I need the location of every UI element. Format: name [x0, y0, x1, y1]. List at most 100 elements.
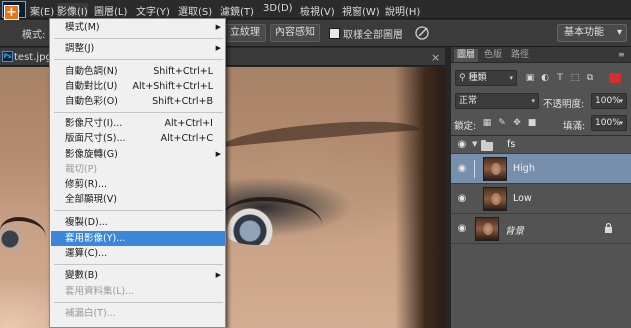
menu-item-mode[interactable]: 模式(M) ▶	[51, 20, 225, 35]
filter-shape-icon[interactable]: ⬚	[570, 73, 580, 83]
mode-label: 模式:	[22, 30, 46, 41]
menu-separator	[54, 210, 223, 211]
submenu-arrow-icon: ▶	[215, 150, 221, 158]
menu-item-auto-contrast[interactable]: 自動對比(U) Alt+Shift+Ctrl+L	[51, 79, 225, 94]
menu-select[interactable]: 選取(S)	[178, 3, 212, 18]
eye-icon[interactable]: ◉	[456, 163, 468, 175]
photo-eye-left	[0, 217, 46, 251]
menu-item-canvas-size[interactable]: 版面尺寸(S)... Alt+Ctrl+C	[51, 131, 225, 146]
layer-filter-row: ⚲ 種類 ▾ ▣ ◐ T ⬚ ⧉	[451, 68, 631, 88]
chevron-down-icon[interactable]: ▼	[472, 140, 477, 148]
photo-eye	[222, 197, 322, 245]
menu-view[interactable]: 檢視(V)	[300, 3, 335, 18]
layer-row-high[interactable]: ◉ High	[451, 154, 631, 184]
lock-transparent-icon[interactable]: ▦	[482, 118, 492, 128]
menu-item-reveal-all[interactable]: 全部顯現(V)	[51, 192, 225, 207]
layer-thumbnail	[483, 187, 507, 211]
menu-item-image-size[interactable]: 影像尺寸(I)... Alt+Ctrl+I	[51, 116, 225, 131]
submenu-arrow-icon: ▶	[215, 271, 221, 279]
menu-layer[interactable]: 圖層(L)	[94, 3, 127, 18]
workspace-value: 基本功能	[564, 27, 604, 38]
filter-toggle-icon[interactable]	[609, 73, 621, 83]
submenu-arrow-icon: ▶	[215, 23, 221, 31]
menu-item-duplicate[interactable]: 複製(D)...	[51, 215, 225, 230]
content-aware-button[interactable]: 內容感知	[270, 24, 320, 42]
blend-mode-select[interactable]: 正常 ▾	[455, 93, 539, 109]
menu-item-auto-tone[interactable]: 自動色調(N) Shift+Ctrl+L	[51, 64, 225, 79]
layer-name: High	[513, 163, 535, 174]
chevron-down-icon: ▾	[619, 97, 623, 105]
filter-smart-object-icon[interactable]: ⧉	[585, 73, 595, 83]
layer-thumbnail	[475, 217, 499, 241]
panel-menu-icon[interactable]: ≡	[618, 50, 625, 59]
menu-item-trim[interactable]: 修剪(R)...	[51, 177, 225, 192]
eye-icon[interactable]: ◉	[456, 139, 468, 151]
layer-thumbnail	[483, 157, 507, 181]
filter-type-icon[interactable]: T	[555, 73, 565, 83]
menu-window[interactable]: 視窗(W)	[342, 3, 380, 18]
menu-item-auto-color[interactable]: 自動色彩(O) Shift+Ctrl+B	[51, 94, 225, 109]
workspace-select[interactable]: 基本功能 ▾	[557, 24, 627, 42]
menu-item-image-rotation[interactable]: 影像旋轉(G) ▶	[51, 147, 225, 162]
photo-eyebrow	[219, 115, 421, 163]
chevron-down-icon: ▾	[509, 74, 513, 82]
menu-3d[interactable]: 3D(D)	[263, 3, 293, 17]
add-icon: +	[4, 5, 19, 20]
menu-item-apply-image[interactable]: 套用影像(Y)...	[51, 231, 225, 246]
app-logo-icon: Ps +	[2, 1, 26, 20]
fill-input[interactable]: 100% ▾	[591, 115, 627, 131]
fill-label: 填滿:	[563, 121, 586, 132]
chevron-down-icon: ▾	[619, 119, 623, 127]
opacity-input[interactable]: 100% ▾	[591, 93, 627, 109]
eye-icon[interactable]: ◉	[456, 193, 468, 205]
kind-filter-select[interactable]: ⚲ 種類 ▾	[455, 70, 517, 86]
sample-all-label: 取樣全部圖層	[343, 30, 403, 41]
menu-separator	[54, 59, 223, 60]
blend-row: 正常 ▾ 不透明度: 100% ▾	[451, 91, 631, 111]
menu-item-adjustments[interactable]: 調整(J) ▶	[51, 41, 225, 56]
brush-angle-icon[interactable]	[413, 24, 431, 42]
layers-panel: 圖層 色版 路徑 ≡ ⚲ 種類 ▾ ▣ ◐ T ⬚ ⧉ 正常 ▾ 不透明度: 1…	[451, 47, 631, 328]
filter-pixel-icon[interactable]: ▣	[525, 73, 535, 83]
image-menu-dropdown: 模式(M) ▶ 調整(J) ▶ 自動色調(N) Shift+Ctrl+L 自動對比(U…	[49, 18, 226, 328]
menu-separator	[54, 264, 223, 265]
menu-type[interactable]: 文字(Y)	[136, 3, 170, 18]
menu-image[interactable]: 影像(I)	[57, 3, 88, 18]
photo-hair	[395, 67, 445, 328]
menu-bar: Ps + 案(E) 影像(I) 圖層(L) 文字(Y) 選取(S) 濾鏡(T) …	[0, 0, 631, 20]
menu-help[interactable]: 說明(H)	[385, 3, 420, 18]
menu-item-variables[interactable]: 變數(B) ▶	[51, 268, 225, 283]
eye-icon[interactable]: ◉	[456, 223, 468, 235]
filter-adjustment-icon[interactable]: ◐	[540, 73, 550, 83]
tab-channels[interactable]: 色版	[484, 49, 502, 62]
menu-item-calculations[interactable]: 運算(C)...	[51, 246, 225, 261]
lock-all-icon[interactable]: ■	[527, 118, 537, 128]
document-icon: Ps	[2, 51, 13, 62]
menu-item-trap: 補漏白(T)...	[65, 308, 116, 319]
menu-filter[interactable]: 濾鏡(T)	[220, 3, 254, 18]
search-icon: ⚲	[459, 73, 466, 83]
menu-separator	[54, 302, 223, 303]
lock-position-icon[interactable]: ✥	[512, 118, 522, 128]
layer-group-row[interactable]: ◉ ▼ fs	[451, 136, 631, 154]
fill-value: 100%	[595, 118, 621, 128]
menu-separator	[54, 112, 223, 113]
chevron-down-icon: ▾	[616, 27, 622, 38]
tab-paths[interactable]: 路徑	[511, 49, 529, 62]
layer-row-background[interactable]: ◉ 背景	[451, 214, 631, 244]
menu-item-apply-data-set: 套用資料集(L)...	[65, 286, 135, 297]
chevron-down-icon: ▾	[531, 97, 535, 105]
lock-image-icon[interactable]: ✎	[497, 118, 507, 128]
menu-item-crop: 裁切(P)	[65, 164, 98, 175]
menu-edit[interactable]: 案(E)	[30, 3, 54, 18]
lock-label: 鎖定:	[454, 121, 477, 132]
tab-layers[interactable]: 圖層	[454, 49, 479, 62]
sample-all-checkbox[interactable]	[329, 28, 340, 39]
lock-row: 鎖定: ▦ ✎ ✥ ■ 填滿: 100% ▾	[451, 113, 631, 133]
lock-icon	[604, 222, 613, 236]
folder-icon	[481, 140, 493, 151]
texture-button[interactable]: 立紋理	[224, 24, 266, 42]
close-icon[interactable]: ×	[431, 51, 440, 64]
kind-filter-value: 種類	[468, 73, 487, 83]
layer-row-low[interactable]: ◉ Low	[451, 184, 631, 214]
